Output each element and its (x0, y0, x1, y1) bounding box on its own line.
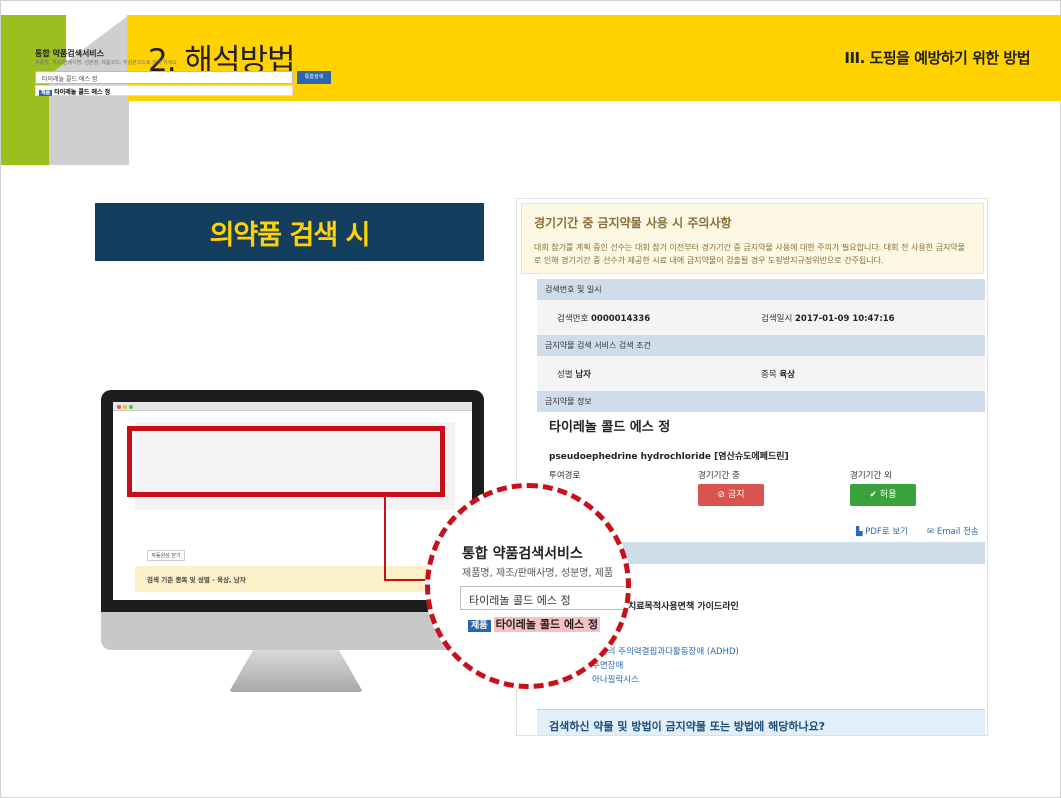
zoom-suggestion[interactable]: 제품 타이레놀 콜드 에스 정 (468, 616, 601, 632)
section-search-condition: 금지약물 검색 서비스 검색 조건 (537, 335, 985, 356)
search-number: 검색번호 0000014336 (557, 314, 651, 324)
suggestion-text: 타이레놀 콜드 에스 정 (54, 89, 111, 96)
section-search-info: 검색번호 및 일시 (537, 279, 985, 300)
search-info-row: 검색번호 0000014336 검색일시 2017-01-09 10:47:16 (537, 300, 985, 335)
forbidden-status-button: ⊘ 금지 (698, 484, 764, 506)
notice-title: 경기기간 중 금지약물 사용 시 주의사항 (534, 216, 732, 230)
guideline-link[interactable]: 아나필락시스 (592, 673, 639, 685)
zoom-product-tag: 제품 (468, 620, 491, 632)
zoom-search-input[interactable]: 타이레놀 콜드 에스 정 (460, 586, 626, 610)
pdf-link[interactable]: ▙ PDF로 보기 (856, 525, 908, 537)
zoom-desc: 제품명, 제조/판매사명, 성분명, 제품 (462, 568, 614, 579)
zoom-title: 통합 약품검색서비스 (462, 546, 583, 562)
section-drug-info: 금지약물 정보 (537, 391, 985, 412)
notice-box: 경기기간 중 금지약물 사용 시 주의사항 대회 참가를 계획 중인 선수는 대… (521, 203, 984, 274)
autocomplete-suggestion[interactable]: 제품 타이레놀 콜드 에스 정 (35, 85, 293, 96)
maximize-dot-icon (129, 405, 133, 409)
drug-ingredient: pseudoephedrine hydrochloride [염산슈도에페드린] (549, 452, 789, 462)
search-input[interactable]: 타이레놀 콜드 에스 정 (35, 71, 293, 84)
email-link[interactable]: ✉ Email 전송 (927, 525, 979, 537)
tue-guideline-title: 치료목적사용면책 가이드라인 (628, 602, 739, 612)
document-icon: ▙ (856, 527, 866, 537)
in-competition-label: 경기기간 중 (698, 471, 740, 481)
search-date: 검색일시 2017-01-09 10:47:16 (761, 314, 895, 324)
connector-line (384, 497, 386, 580)
topic-badge-label: 의약품 검색 시 (209, 219, 371, 251)
autocomplete-close-button[interactable]: 자동완성 닫기 (147, 550, 185, 561)
route-label: 투여경로 (549, 471, 581, 481)
guideline-link[interactable]: 성인의 주의력결핍과다활동장애 (ADHD) (592, 645, 739, 657)
search-condition-row: 성별 남자 종목 육상 (537, 356, 985, 391)
allowed-status-button: ✔ 허용 (850, 484, 916, 506)
mail-icon: ✉ (927, 527, 937, 537)
search-card-title: 통합 약품검색서비스 (35, 49, 105, 58)
zoom-suggestion-text: 타이레놀 콜드 에스 정 (493, 617, 601, 632)
search-button[interactable]: 통합검색 (297, 71, 331, 84)
product-tag: 제품 (39, 90, 53, 96)
monitor-stand (229, 650, 363, 692)
monitor-chin (101, 612, 484, 650)
notice-body: 대회 참가를 계획 중인 선수는 대회 참가 이전부터 경기기간 중 금지약물 … (534, 243, 966, 265)
topic-badge: 의약품 검색 시 (95, 203, 484, 261)
slide: 2. 해석방법 III. 도핑을 예방하기 위한 방법 의약품 검색 시 자동완… (0, 0, 1061, 798)
search-card-desc: 제품명, 제조/판매사명, 성분명, 제품코드, 주성분코드로 검색 하세요 (35, 60, 177, 66)
section-title: III. 도핑을 예방하기 위한 방법 (844, 49, 1030, 67)
browser-toolbar (113, 402, 472, 411)
close-dot-icon (117, 405, 121, 409)
out-competition-label: 경기기간 외 (850, 471, 892, 481)
highlight-box (127, 426, 445, 497)
gender: 성별 남자 (557, 370, 591, 380)
sport: 종목 육상 (761, 370, 795, 380)
zoom-magnifier: 통합 약품검색서비스 제품명, 제조/판매사명, 성분명, 제품 타이레놀 콜드… (425, 483, 631, 689)
drug-name: 타이레놀 콜드 에스 정 (549, 420, 671, 435)
question-box: 검색하신 약물 및 방법이 금지약물 또는 방법에 해당하나요? (537, 709, 985, 735)
minimize-dot-icon (123, 405, 127, 409)
